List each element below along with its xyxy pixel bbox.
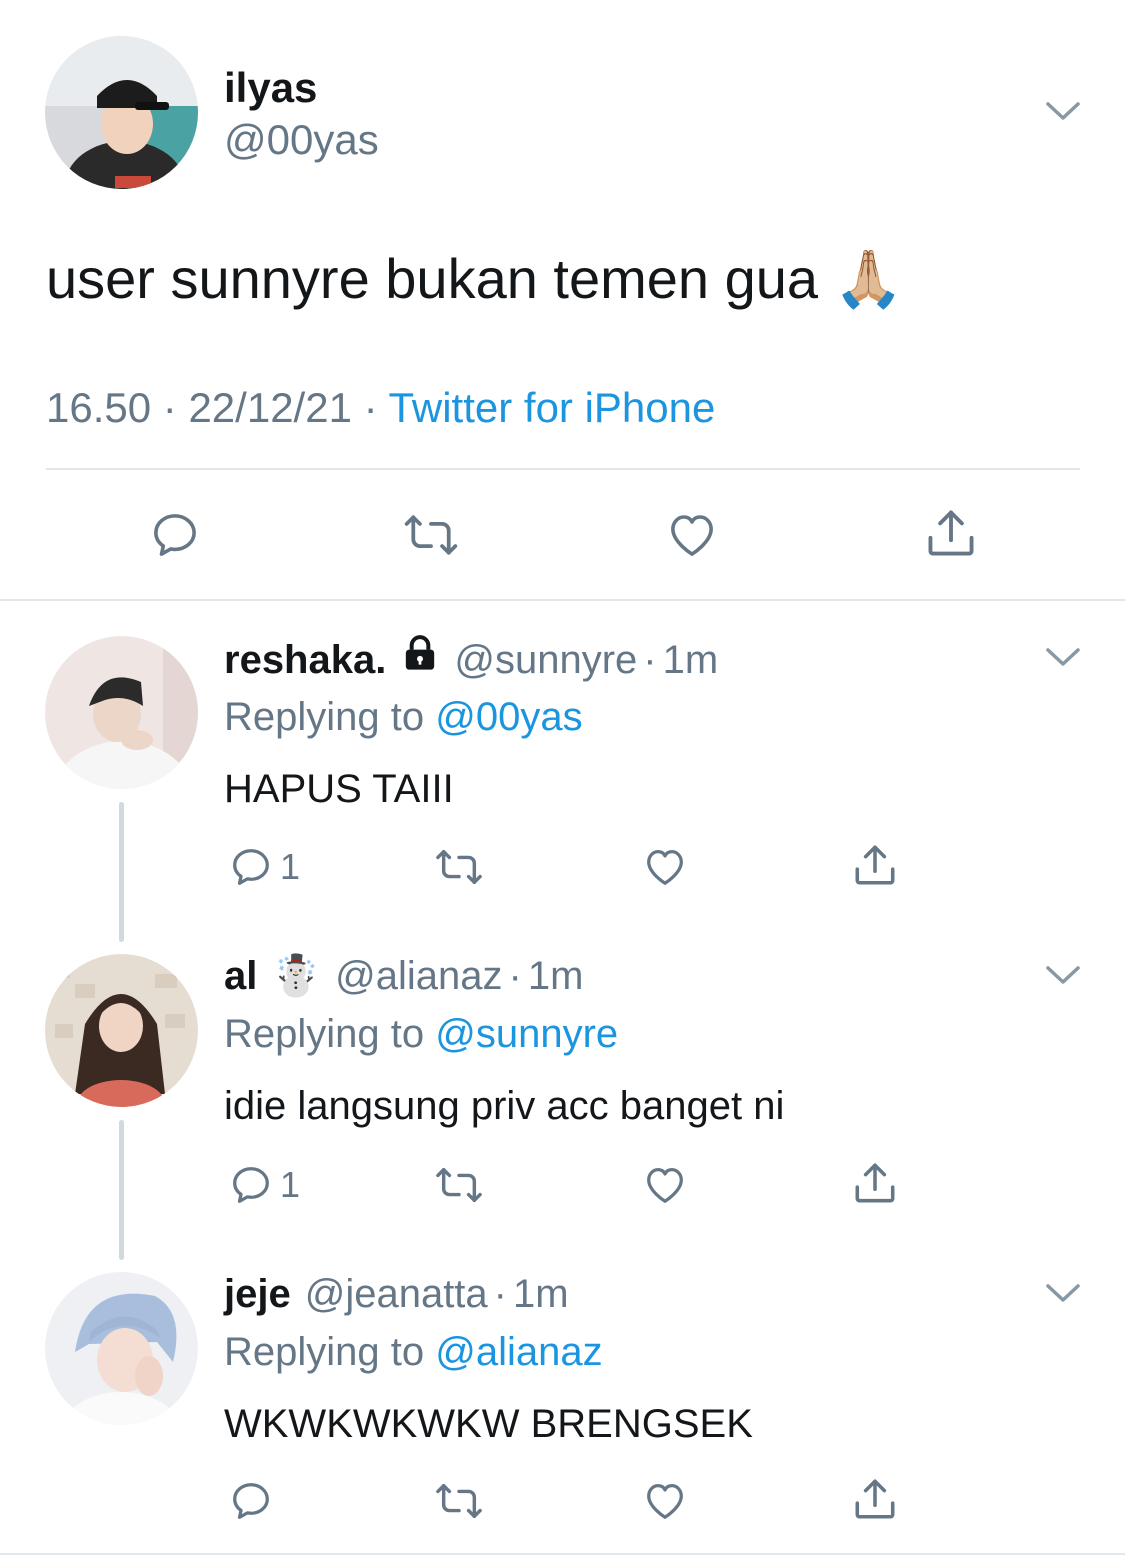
lock-icon [400,633,440,686]
divider [46,468,1080,470]
meta-separator: · [508,954,522,998]
reply-icon [233,849,269,885]
like-icon [671,515,713,556]
replying-to: Replying to @sunnyre [224,1008,618,1060]
reply-age: 1m [513,1272,569,1316]
reply-count: 1 [280,846,301,887]
meta-separator: · [493,1272,507,1316]
main-tweet-avatar[interactable] [45,36,198,189]
reply-age: 1m [662,637,719,682]
share-icon [855,1479,895,1519]
like-button[interactable] [664,508,720,562]
reply-icon [233,1483,269,1519]
like-button[interactable] [641,1162,689,1208]
reply-header: al ☃️ @alianaz · 1m [224,950,583,1002]
thread-line [119,802,124,942]
retweet-button[interactable] [400,508,462,562]
retweet-icon [436,849,482,885]
reply-icon [233,1167,269,1203]
replying-to-handle[interactable]: @00yas [435,695,582,739]
meta-separator: · [643,637,657,682]
reply-handle[interactable]: @jeanatta [305,1268,488,1320]
reply-button[interactable]: 1 [228,1162,300,1208]
reply-avatar[interactable] [45,636,198,789]
reply-handle[interactable]: @sunnyre [454,634,637,686]
main-tweet-display-name[interactable]: ilyas [224,62,317,114]
meta-separator: · [162,384,177,431]
meta-separator: · [363,384,378,431]
folded-hands-emoji: 🙏🏼 [833,247,904,310]
replying-to-handle[interactable]: @sunnyre [435,1012,618,1056]
share-icon [855,1163,895,1203]
replying-to-label: Replying to [224,1330,425,1374]
reply-button[interactable]: 1 [228,844,300,890]
chevron-down-icon[interactable] [1044,1280,1082,1306]
replying-to: Replying to @alianaz [224,1326,603,1378]
retweet-icon [436,1483,482,1519]
section-divider [0,599,1125,601]
like-button[interactable] [641,1478,689,1524]
like-icon [647,1484,683,1519]
reply-count: 1 [280,1164,301,1205]
share-icon [928,510,974,556]
reply-text: HAPUS TAIII [224,767,454,811]
share-button[interactable] [850,1158,900,1208]
reply-header: reshaka. @sunnyre · 1m [224,633,718,686]
reply-icon [154,514,196,556]
like-button[interactable] [641,844,689,890]
share-icon [855,845,895,885]
reply-display-name[interactable]: jeje [224,1268,291,1320]
reply-avatar[interactable] [45,1272,198,1425]
tweet-date: 22/12/21 [188,384,352,431]
reply-header: jeje @jeanatta · 1m [224,1268,569,1320]
reply-text: WKWKWKWKW BRENGSEK [224,1402,753,1446]
main-tweet-text: user sunnyre bukan temen gua 🙏🏼 [46,246,903,312]
chevron-down-icon[interactable] [1044,98,1082,124]
retweet-button[interactable] [432,844,486,890]
retweet-icon [436,1167,482,1203]
chevron-down-icon[interactable] [1044,644,1082,670]
retweet-button[interactable] [432,1478,486,1524]
reply-handle[interactable]: @alianaz [335,950,502,1002]
like-icon [647,850,683,885]
reply-text: idie langsung priv acc banget ni [224,1084,785,1128]
retweet-button[interactable] [432,1162,486,1208]
like-icon [647,1168,683,1203]
replying-to-label: Replying to [224,695,425,739]
main-tweet-text-body: user sunnyre bukan temen gua [46,247,819,310]
reply-avatar[interactable] [45,954,198,1107]
reply-display-name[interactable]: reshaka. [224,634,386,686]
replying-to-label: Replying to [224,1012,425,1056]
share-button[interactable] [850,1474,900,1524]
replying-to-handle[interactable]: @alianaz [435,1330,602,1374]
share-button[interactable] [850,840,900,890]
thread-line [119,1120,124,1260]
reply-button[interactable] [228,1478,280,1524]
reply-button[interactable] [148,508,202,562]
retweet-icon [404,515,458,555]
chevron-down-icon[interactable] [1044,962,1082,988]
tweet-source-link[interactable]: Twitter for iPhone [389,384,716,431]
reply-age: 1m [527,954,584,998]
share-button[interactable] [922,504,980,562]
replying-to: Replying to @00yas [224,691,583,743]
tweet-meta: 16.50 · 22/12/21 · Twitter for iPhone [46,382,715,434]
main-tweet-handle[interactable]: @00yas [224,114,379,166]
snowman-emoji: ☃️ [271,954,322,998]
reply-display-name[interactable]: al [224,950,257,1002]
tweet-time: 16.50 [46,384,152,431]
